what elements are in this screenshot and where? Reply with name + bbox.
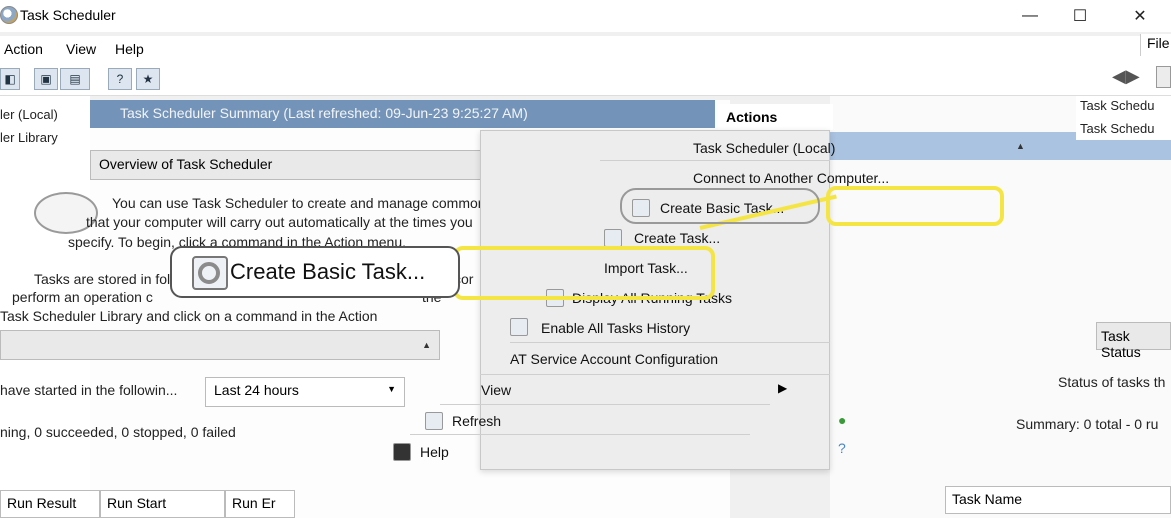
- tasks-text-3: Task Scheduler Library and click on a co…: [0, 308, 378, 324]
- overview-text-2: that your computer will carry out automa…: [86, 214, 473, 230]
- menu-separator: [410, 434, 750, 435]
- submenu-arrow-icon: ▶: [778, 381, 788, 395]
- overview-heading: Overview of Task Scheduler: [99, 156, 273, 172]
- create-basic-task-pill: [620, 188, 820, 224]
- menu-item-at-service[interactable]: AT Service Account Configuration: [510, 351, 718, 367]
- window-title: Task Scheduler: [20, 7, 116, 23]
- period-dropdown[interactable]: Last 24 hours ▼: [205, 377, 405, 407]
- back-arrow-icon[interactable]: ◀▶: [1112, 66, 1140, 87]
- tasks-text-2: perform an operation c: [12, 289, 153, 305]
- menu-item-task-scheduler-local[interactable]: Task Scheduler (Local): [693, 140, 835, 156]
- task-status-section-header[interactable]: ▲: [0, 330, 440, 360]
- menu-view[interactable]: View: [66, 41, 96, 57]
- menu-help[interactable]: Help: [115, 41, 144, 57]
- task-status-header[interactable]: Task Status: [1096, 322, 1171, 360]
- right-tree-library[interactable]: Task Schedu: [1080, 121, 1154, 136]
- close-button[interactable]: ✕: [1112, 0, 1168, 32]
- create-task-icon: [604, 229, 622, 247]
- callout-label: Create Basic Task...: [230, 259, 426, 284]
- status-summary-line: ning, 0 succeeded, 0 stopped, 0 failed: [0, 424, 236, 440]
- help-icon: ?: [838, 440, 846, 456]
- column-run-end[interactable]: Run Er: [225, 490, 295, 518]
- menu-separator: [480, 374, 830, 375]
- run-icon: ●: [838, 412, 847, 428]
- enable-history-icon: [510, 318, 528, 336]
- menu-bar: [0, 36, 1171, 64]
- collapse-up-icon[interactable]: ▲: [1016, 141, 1025, 151]
- period-dropdown-value: Last 24 hours: [214, 382, 299, 398]
- toolbar: [0, 64, 1171, 96]
- summary-title-bar: Task Scheduler Summary (Last refreshed: …: [90, 100, 715, 128]
- menu-item-help[interactable]: Help: [420, 444, 449, 460]
- forward-toolbar-icon[interactable]: [1156, 66, 1171, 88]
- column-task-name[interactable]: Task Name: [945, 486, 1171, 514]
- tree-item-library[interactable]: ler Library: [0, 130, 58, 145]
- view-toolbar-icon[interactable]: ▤: [60, 68, 90, 90]
- actions-header: Actions: [718, 104, 833, 130]
- collapse-up-icon[interactable]: ▲: [422, 340, 431, 350]
- import-highlight-box: [453, 246, 715, 300]
- column-run-start[interactable]: Run Start: [100, 490, 225, 518]
- menu-separator: [510, 342, 830, 343]
- status-of-tasks-text: Status of tasks th: [1058, 374, 1166, 390]
- menu-action[interactable]: Action: [4, 41, 43, 57]
- maximize-button[interactable]: ☐: [1052, 0, 1108, 32]
- column-run-result[interactable]: Run Result: [0, 490, 100, 518]
- menu-file[interactable]: File: [1140, 34, 1171, 56]
- refresh-icon: [425, 412, 443, 430]
- help-menu-icon: [393, 443, 411, 461]
- minimize-button[interactable]: —: [1002, 0, 1058, 32]
- create-basic-task-callout-icon: [192, 256, 228, 290]
- properties-toolbar-icon[interactable]: ▣: [34, 68, 58, 90]
- menu-separator: [600, 160, 830, 161]
- status-period-label: have started in the followin...: [0, 382, 178, 398]
- menu-separator: [440, 404, 770, 405]
- create-basic-task-highlight-box: [826, 186, 1004, 226]
- back-toolbar-icon[interactable]: ◧: [0, 68, 20, 90]
- menu-item-enable-history[interactable]: Enable All Tasks History: [541, 320, 690, 336]
- console-toolbar-icon[interactable]: ★: [136, 68, 160, 90]
- menu-item-view[interactable]: View: [481, 382, 511, 398]
- title-bar: [0, 0, 1171, 32]
- task-scheduler-app-icon: [0, 6, 18, 24]
- overview-text-1: You can use Task Scheduler to create and…: [112, 195, 523, 211]
- menu-item-connect-computer[interactable]: Connect to Another Computer...: [693, 170, 889, 186]
- tree-item-root[interactable]: ler (Local): [0, 107, 58, 122]
- chevron-down-icon: ▼: [387, 384, 396, 394]
- menu-item-refresh[interactable]: Refresh: [452, 413, 501, 429]
- menu-item-create-task[interactable]: Create Task...: [634, 230, 720, 246]
- help-toolbar-icon[interactable]: ?: [108, 68, 132, 90]
- summary-right-text: Summary: 0 total - 0 ru: [1016, 416, 1159, 432]
- right-tree-root[interactable]: Task Schedu: [1080, 98, 1154, 113]
